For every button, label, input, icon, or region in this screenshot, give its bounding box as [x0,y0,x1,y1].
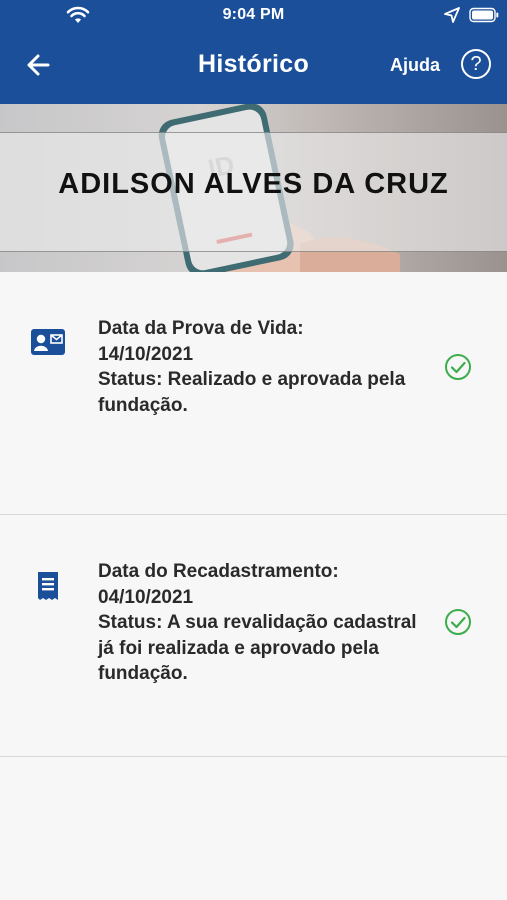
location-arrow-icon [444,7,460,23]
check-circle-icon [445,609,471,635]
record-text: Data da Prova de Vida: 14/10/2021 Status… [98,316,418,418]
check-circle-icon [445,354,471,380]
record-date: 14/10/2021 [98,343,194,365]
app-header: 9:04 PM Histórico Ajuda ? [0,0,507,104]
help-link[interactable]: Ajuda [390,55,440,76]
record-title: Data do Recadastramento: [98,561,339,582]
document-icon [38,572,58,600]
status-time: 9:04 PM [222,6,285,23]
record-status: Status: Realizado e aprovada pela fundaç… [98,369,406,416]
history-record[interactable]: Data do Recadastramento: 04/10/2021 Stat… [0,515,507,757]
record-text: Data do Recadastramento: 04/10/2021 Stat… [98,559,418,687]
help-icon[interactable]: ? [461,49,491,79]
record-title: Data da Prova de Vida: [98,318,304,339]
id-card-icon [31,329,65,355]
record-status: Status: A sua revalidação cadastral já f… [98,612,417,684]
status-bar: 9:04 PM [0,0,507,32]
record-date: 04/10/2021 [98,586,194,608]
battery-icon [469,7,499,23]
history-record[interactable]: Data da Prova de Vida: 14/10/2021 Status… [0,272,507,515]
nav-bar: Histórico Ajuda ? [0,32,507,104]
participant-name: ADILSON ALVES DA CRUZ [58,168,449,200]
profile-banner: ID ADILSON ALVES DA CRUZ [0,104,507,272]
